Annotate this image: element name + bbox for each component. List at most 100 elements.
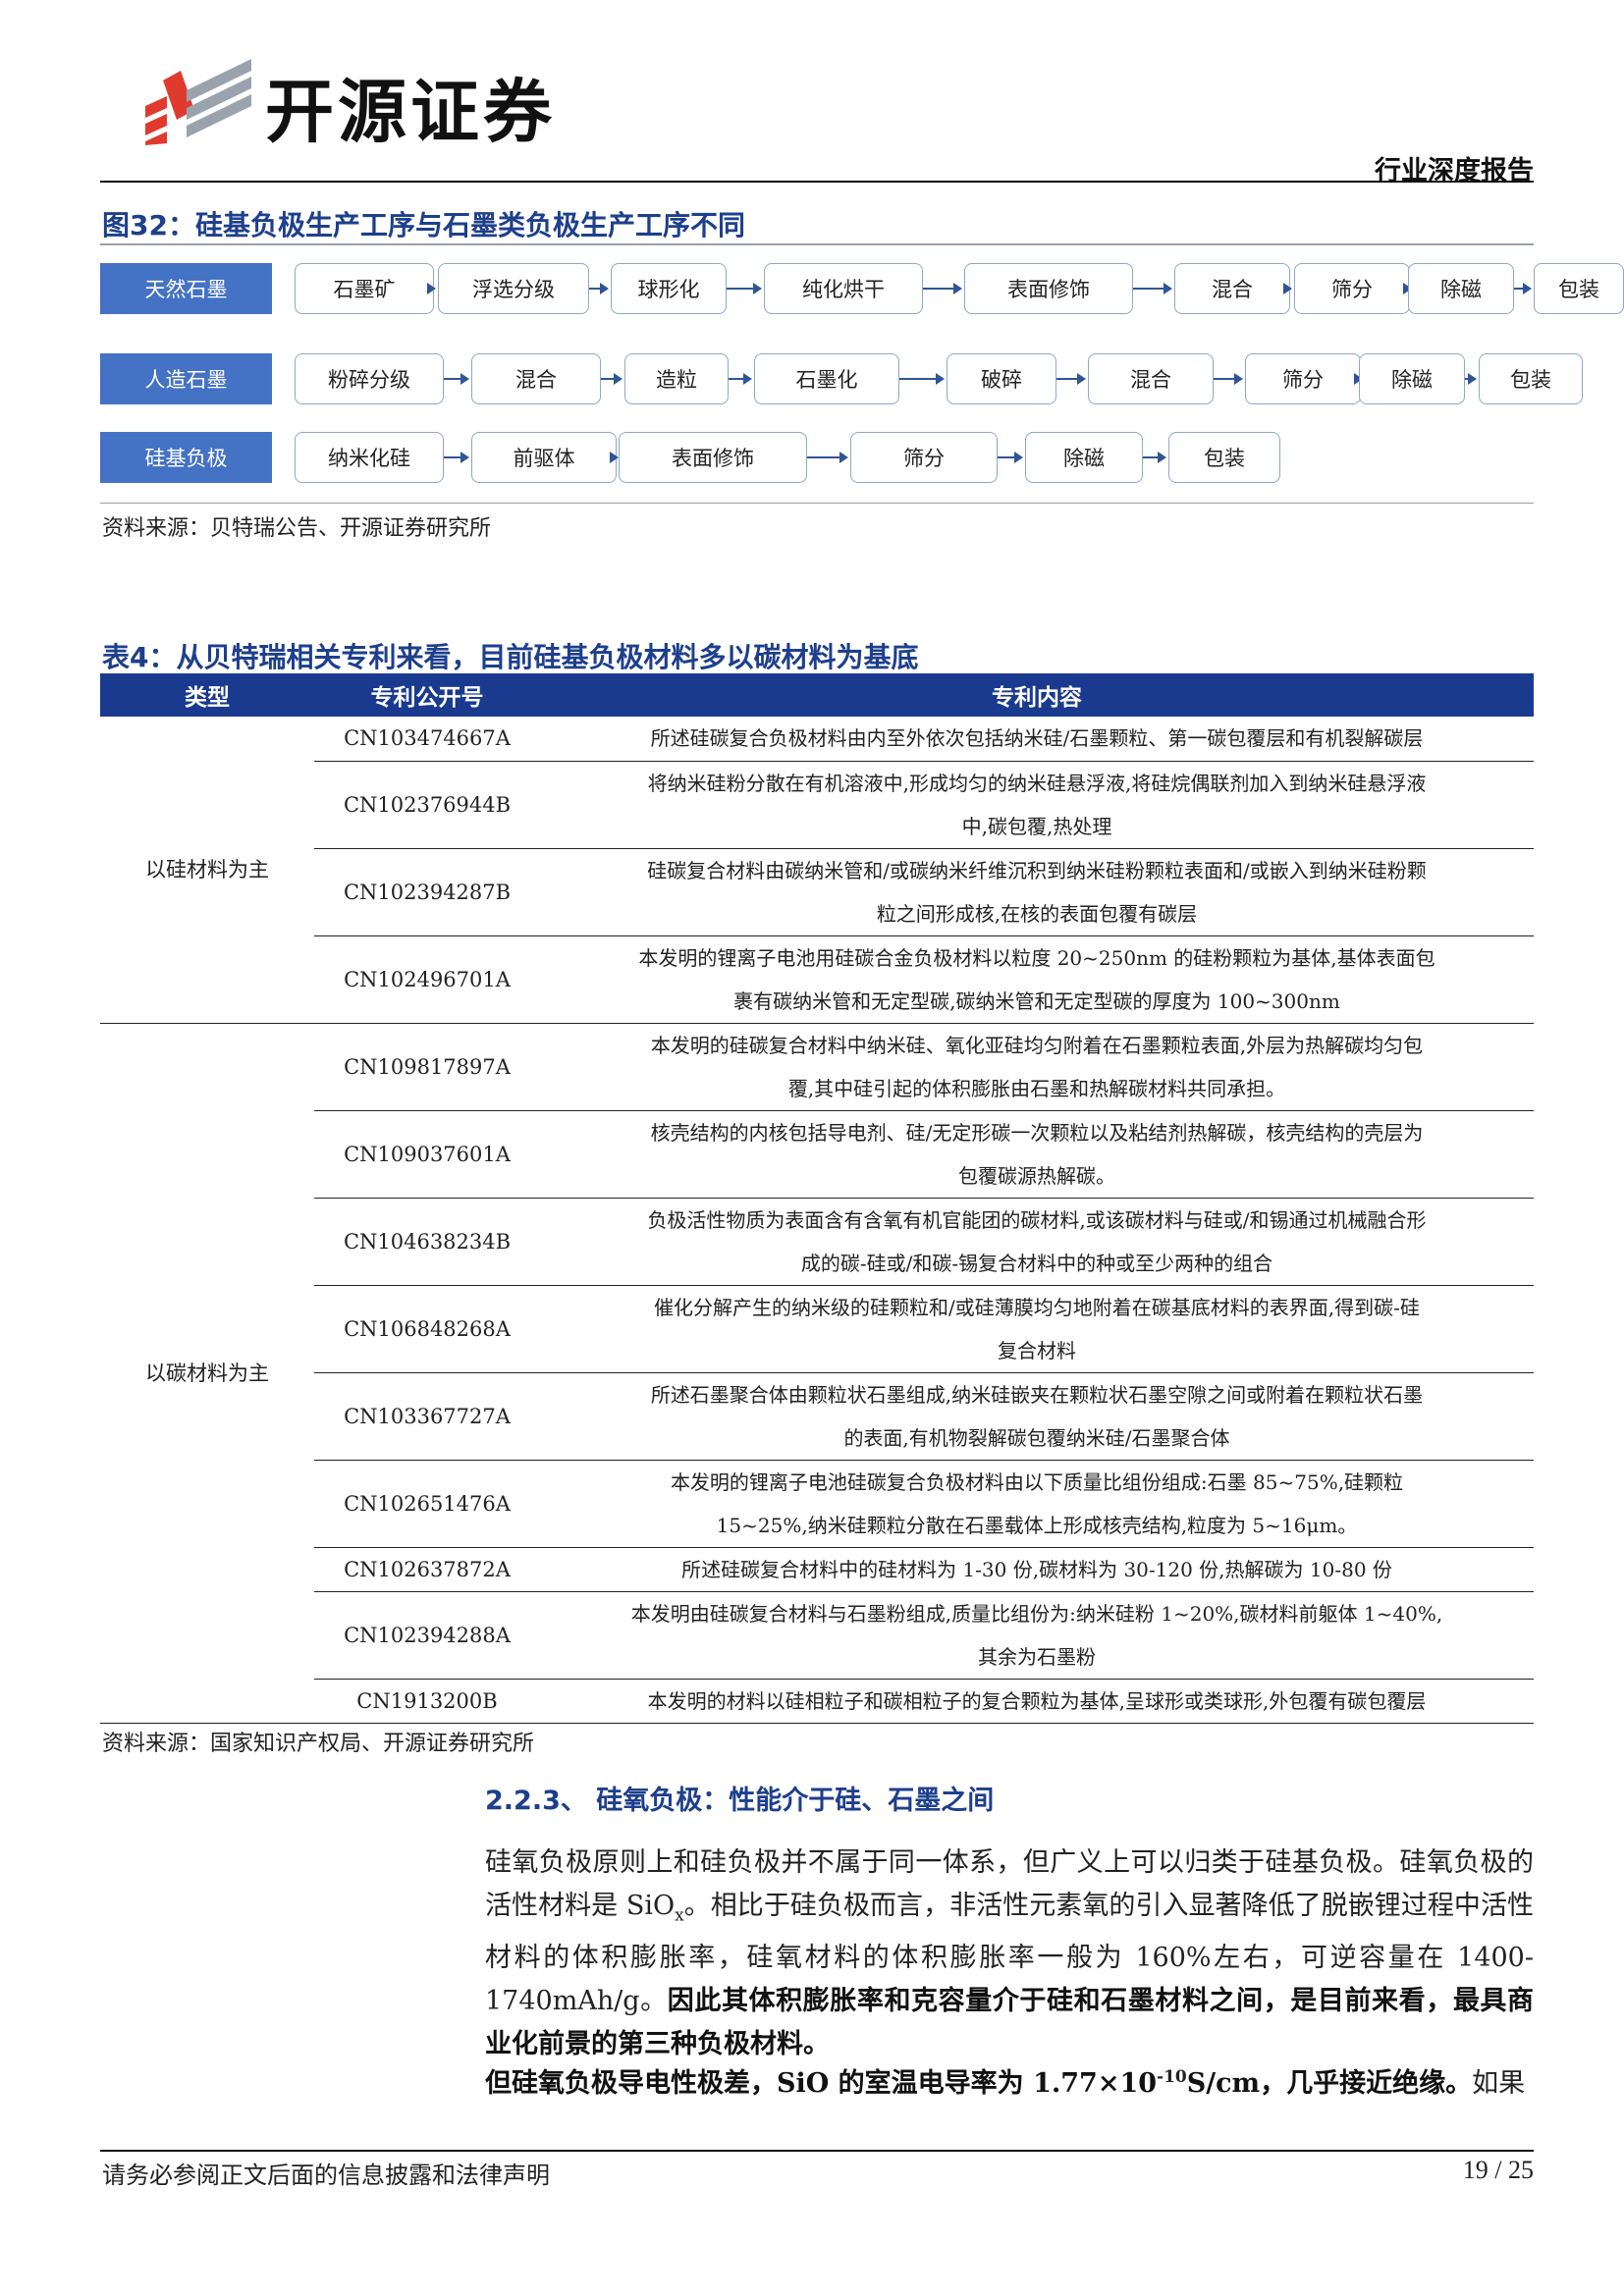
brand-logo-text: 开源证券 [265,72,556,152]
figure-top-rule [100,243,1534,245]
column-header-type: 类型 [100,673,314,717]
flow-arrow-icon [998,452,1023,463]
patent-content-line: 覆,其中硅引起的体积膨胀由石墨和热解碳材料共同承担。 [787,1076,1286,1100]
patent-number-cell: CN109037601A [314,1110,540,1199]
flow-step: 前驱体 [471,432,617,483]
flow-step: 粉碎分级 [295,353,444,404]
flow-step: 纳米化硅 [295,432,444,483]
patent-content-line: 粒之间形成核,在核的表面包覆有碳层 [876,901,1198,926]
table-row: 以硅材料为主 CN103474667A 所述硅碳复合负极材料由内至外依次包括纳米硅/… [100,717,1534,1024]
patent-content-cell: 催化分解产生的纳米级的硅颗粒和/或硅薄膜均匀地附着在碳基底材料的表界面,得到碳-… [540,1285,1534,1373]
patent-number-cell: CN102496701A [314,935,540,1024]
category-cell: 以硅材料为主 [100,717,314,1024]
flow-step: 混合 [1088,353,1214,404]
flow-arrow-icon [589,283,609,294]
flow-step: 混合 [1174,263,1290,314]
patent-number-cell: CN103474667A [314,717,540,762]
patent-content-line: 包覆碳源热解碳。 [958,1163,1115,1188]
flow-arrow-icon [1056,373,1086,385]
patent-content-line: 核壳结构的内核包括导电剂、硅/无定形碳一次颗粒以及粘结剂热解碳，核壳结构的壳层为 [650,1120,1424,1145]
patent-content-line: 的表面,有机物裂解碳包覆纳米硅/石墨聚合体 [843,1425,1230,1450]
table-row: CN102637872A 所述硅碳复合材料中的硅材料为 1-30 份,碳材料为 3… [100,1547,1534,1592]
flow-arrow-icon [1465,373,1477,385]
flow-step: 纯化烘干 [764,263,923,314]
patent-content-line: 本发明的硅碳复合材料中纳米硅、氧化亚硅均匀附着在石墨颗粒表面,外层为热解碳均匀包 [650,1033,1424,1057]
para2-bold-b: S/cm，几乎接近绝缘。 [1186,2068,1473,2099]
category-cell: 以碳材料为主 [100,1023,314,1724]
brand-logo-icon [145,59,251,145]
patent-content-cell: 所述硅碳复合负极材料由内至外依次包括纳米硅/石墨颗粒、第一碳包覆层和有机裂解碳层 [540,717,1534,762]
patent-content-line: 所述硅碳复合负极材料由内至外依次包括纳米硅/石墨颗粒、第一碳包覆层和有机裂解碳层 [650,726,1424,751]
flow-arrow-icon [1133,283,1172,294]
patent-content-line: 负极活性物质为表面含有含氧有机官能团的碳材料,或该碳材料与硅或/和锡通过机械融合… [647,1207,1427,1232]
patent-number-cell: CN103367727A [314,1372,540,1461]
patent-content-line: 成的碳-硅或/和碳-锡复合材料中的种或至少两种的组合 [800,1251,1273,1275]
flow-row-label: 硅基负极 [100,432,272,483]
body-paragraph-1: 硅氧负极原则上和硅负极并不属于同一体系，但广义上可以归类于硅基负极。硅氧负极的活… [485,1842,1534,2066]
patent-content-line: 本发明的锂离子电池硅碳复合负极材料由以下质量比组份组成:石墨 85~75%,硅颗… [670,1469,1404,1494]
flow-arrow-icon [601,373,623,385]
body-paragraph-2: 但硅氧负极导电性极差，SiO 的室温电导率为 1.77×10-10S/cm，几乎… [485,2056,1534,2106]
flow-arrow-icon [923,283,962,294]
table-row: CN102394287B 硅碳复合材料由碳纳米管和/或碳纳米纤维沉积到纳米硅粉颗粒… [100,848,1534,936]
patent-number-cell: CN104638234B [314,1198,540,1286]
flow-arrow-icon [444,452,469,463]
flow-arrow-icon [1514,283,1532,294]
flow-step: 除磁 [1408,263,1514,314]
figure-bottom-rule [100,503,1534,504]
patent-number-cell: CN106848268A [314,1285,540,1373]
para2-bold-a: 但硅氧负极导电性极差，SiO 的室温电导率为 1.77×10 [485,2068,1158,2099]
patent-number-cell: CN102637872A [314,1547,540,1592]
flow-step: 破碎 [947,353,1056,404]
table-row: CN102394288A 本发明由硅碳复合材料与石墨粉组成,质量比组份为:纳米硅粉… [100,1591,1534,1680]
figure-caption: 图32：硅基负极生产工序与石墨类负极生产工序不同 [102,209,745,241]
table-row: CN104638234B 负极活性物质为表面含有含氧有机官能团的碳材料,或该碳材料… [100,1198,1534,1286]
patent-content-cell: 本发明由硅碳复合材料与石墨粉组成,质量比组份为:纳米硅粉 1~20%,碳材料前躯… [540,1591,1534,1680]
table-row: CN102651476A 本发明的锂离子电池硅碳复合负极材料由以下质量比组份组成:… [100,1460,1534,1548]
column-header-content: 专利内容 [540,673,1534,717]
section-heading: 2.2.3、 硅氧负极：性能介于硅、石墨之间 [485,1786,995,1816]
flow-step: 球形化 [611,263,727,314]
patent-content-line: 所述硅碳复合材料中的硅材料为 1-30 份,碳材料为 30-120 份,热解碳为… [681,1557,1392,1581]
patent-content-cell: 负极活性物质为表面含有含氧有机官能团的碳材料,或该碳材料与硅或/和锡通过机械融合… [540,1198,1534,1286]
flow-step: 混合 [471,353,601,404]
patent-content-line: 本发明由硅碳复合材料与石墨粉组成,质量比组份为:纳米硅粉 1~20%,碳材料前躯… [630,1601,1443,1626]
patent-table: 类型 专利公开号 专利内容 以硅材料为主 CN103474667A 所述硅碳复合负极… [100,673,1534,1724]
patent-content-cell: 本发明的锂离子电池用硅碳合金负极材料以粒度 20~250nm 的硅粉颗粒为基体,… [540,935,1534,1024]
patent-content-line: 本发明的锂离子电池用硅碳合金负极材料以粒度 20~250nm 的硅粉颗粒为基体,… [638,945,1435,970]
patent-number-cell: CN102394287B [314,848,540,936]
patent-content-cell: 所述石墨聚合体由颗粒状石墨组成,纳米硅嵌夹在颗粒状石墨空隙之间或附着在颗粒状石墨… [540,1372,1534,1461]
flow-arrow-icon [729,373,752,385]
table-row: CN102376944B 将纳米硅粉分散在有机溶液中,形成均匀的纳米硅悬浮液,将硅… [100,761,1534,849]
footer-disclaimer: 请务必参阅正文后面的信息披露和法律声明 [102,2162,550,2189]
flow-step: 包装 [1534,263,1624,314]
flow-row: 人造石墨 粉碎分级 混合 造粒 石墨化 破碎 混合 筛分 除磁 包装 [100,353,1583,404]
patent-number-cell: CN1913200B [314,1679,540,1724]
patent-content-line: 所述石墨聚合体由颗粒状石墨组成,纳米硅嵌夹在颗粒状石墨空隙之间或附着在颗粒状石墨 [650,1382,1424,1407]
flow-step: 筛分 [850,432,998,483]
flow-row: 天然石墨 石墨矿 浮选分级 球形化 纯化烘干 表面修饰 混合 筛分 除磁 包装 [100,263,1624,314]
page-number: 19 / 25 [1462,2156,1534,2184]
patent-content-line: 15~25%,纳米硅颗粒分散在石墨载体上形成核壳结构,粒度为 5~16μm。 [716,1513,1358,1537]
patent-content-line: 本发明的材料以硅相粒子和碳相粒子的复合颗粒为基体,呈球形或类球形,外包覆有碳包覆… [647,1688,1427,1713]
figure-source: 资料来源：贝特瑞公告、开源证券研究所 [102,516,492,541]
flow-step: 筛分 [1294,263,1410,314]
flow-step: 浮选分级 [438,263,589,314]
patent-number-cell: CN102651476A [314,1460,540,1548]
patent-number-cell: CN102394288A [314,1591,540,1680]
flow-row: 硅基负极 纳米化硅 前驱体 表面修饰 筛分 除磁 包装 [100,432,1534,483]
flow-step: 包装 [1168,432,1280,483]
table-row: CN106848268A 催化分解产生的纳米级的硅颗粒和/或硅薄膜均匀地附着在碳基… [100,1285,1534,1373]
flow-step: 石墨矿 [295,263,434,314]
flow-step: 石墨化 [754,353,899,404]
patent-content-line: 硅碳复合材料由碳纳米管和/或碳纳米纤维沉积到纳米硅粉颗粒表面和/或嵌入到纳米硅粉… [647,858,1427,882]
patent-number-cell: CN109817897A [314,1023,540,1111]
flow-row-label: 人造石墨 [100,353,272,404]
flow-step: 除磁 [1359,353,1465,404]
table-row: 以碳材料为主 CN109817897A 本发明的硅碳复合材料中纳米硅、氧化亚硅均匀附… [100,1023,1534,1724]
patent-content-line: 催化分解产生的纳米级的硅颗粒和/或硅薄膜均匀地附着在碳基底材料的表界面,得到碳-… [654,1295,1420,1319]
patent-content-cell: 硅碳复合材料由碳纳米管和/或碳纳米纤维沉积到纳米硅粉颗粒表面和/或嵌入到纳米硅粉… [540,848,1534,936]
table-caption: 表4：从贝特瑞相关专利来看，目前硅基负极材料多以碳材料为基底 [102,641,919,673]
flow-step: 包装 [1479,353,1583,404]
patent-content-line: 将纳米硅粉分散在有机溶液中,形成均匀的纳米硅悬浮液,将硅烷偶联剂加入到纳米硅悬浮… [647,771,1427,795]
